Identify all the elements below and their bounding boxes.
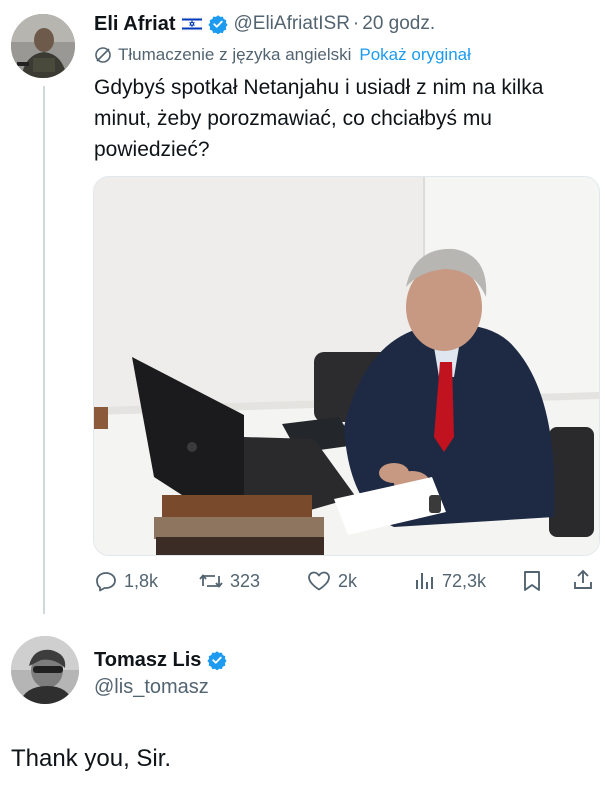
heart-icon xyxy=(306,569,332,593)
like-count: 2k xyxy=(338,570,358,591)
retweet-count: 323 xyxy=(230,570,261,591)
author-name[interactable]: Eli Afriat xyxy=(94,13,176,36)
translation-row: Tłumaczenie z języka angielski Pokaż ory… xyxy=(94,44,471,66)
reply-text: Thank you, Sir. xyxy=(11,745,172,772)
reply-author-row: Tomasz Lis xyxy=(94,646,228,674)
translation-label: Tłumaczenie z języka angielski xyxy=(118,45,352,64)
israel-flag-icon xyxy=(181,17,202,31)
tweet-text: Gdybyś spotkał Netanjahu i usiadł z nim … xyxy=(94,76,544,161)
views-count: 72,3k xyxy=(442,570,487,591)
show-original-link[interactable]: Pokaż oryginał xyxy=(359,45,471,65)
header-separator: · xyxy=(352,13,360,34)
views-chart-icon xyxy=(412,569,436,593)
bookmark-button[interactable] xyxy=(521,569,543,593)
tweet-photo[interactable] xyxy=(93,176,600,556)
tweet-header: Eli Afriat @EliAfriatISR · 20 godz. xyxy=(94,10,435,38)
translate-globe-icon xyxy=(94,46,112,64)
tomasz-lis-avatar[interactable] xyxy=(11,636,79,704)
retweet-icon xyxy=(198,569,224,593)
reply-author-name[interactable]: Tomasz Lis xyxy=(94,649,201,672)
tweet-timestamp[interactable]: 20 godz. xyxy=(362,13,435,35)
reply-author-handle[interactable]: @lis_tomasz xyxy=(94,676,209,699)
eli-afriat-avatar[interactable] xyxy=(11,14,75,78)
verified-badge-icon[interactable] xyxy=(207,650,228,670)
like-button[interactable]: 2k xyxy=(306,566,357,596)
reply-icon xyxy=(94,569,118,593)
reply-button[interactable]: 1,8k xyxy=(94,566,158,596)
retweet-button[interactable]: 323 xyxy=(198,566,260,596)
author-handle[interactable]: @EliAfriatISR xyxy=(234,13,350,35)
verified-badge-icon[interactable] xyxy=(207,14,228,34)
share-icon xyxy=(571,568,595,592)
reply-count: 1,8k xyxy=(124,570,159,591)
views-button[interactable]: 72,3k xyxy=(412,566,486,596)
share-button[interactable] xyxy=(571,568,595,592)
bookmark-icon xyxy=(521,569,543,593)
thread-connector-line xyxy=(43,86,45,614)
